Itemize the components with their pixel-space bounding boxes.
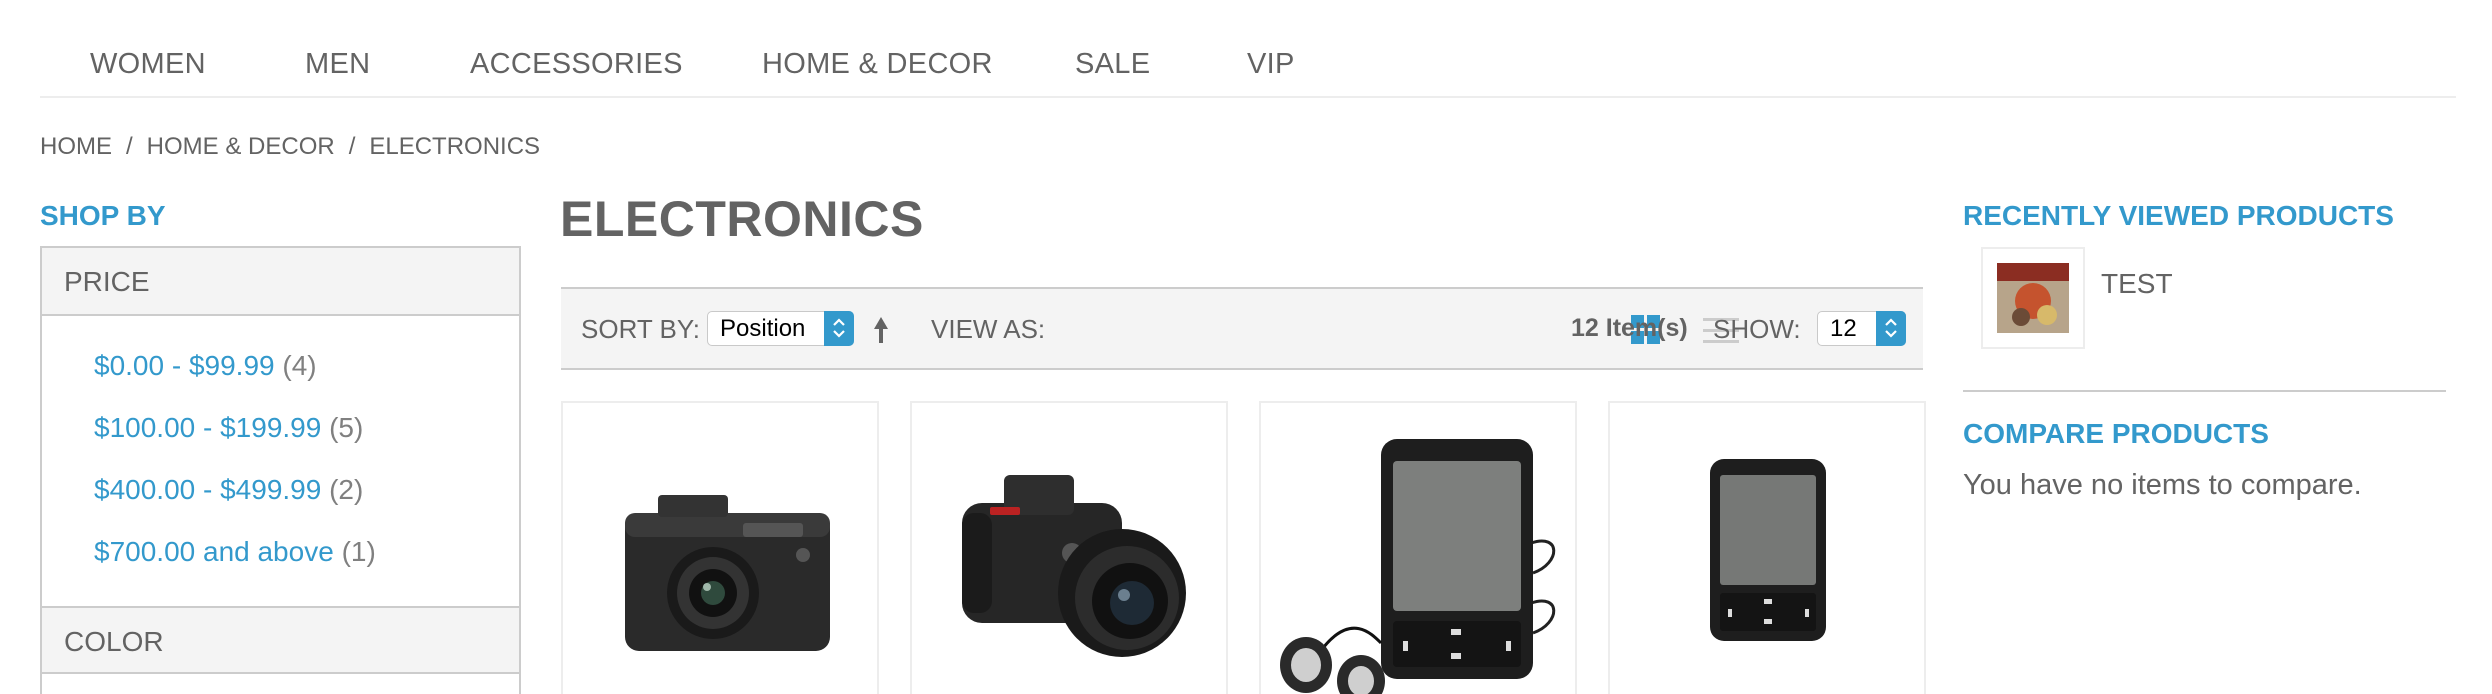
main-navigation: WOMEN MEN ACCESSORIES HOME & DECOR SALE … [40, 0, 2456, 98]
recently-viewed-thumbnail[interactable] [1981, 247, 2085, 349]
breadcrumb-current: ELECTRONICS [369, 133, 541, 160]
nav-item-sale[interactable]: SALE [1075, 48, 1150, 81]
list-item: $700.00 and above (1) [94, 536, 376, 598]
sort-by-value: Position [720, 315, 806, 342]
nav-item-women[interactable]: WOMEN [90, 48, 206, 81]
page-title: ELECTRONICS [560, 191, 924, 247]
product-card[interactable] [1259, 401, 1577, 694]
price-filter-link[interactable]: $100.00 - $199.99 [94, 412, 321, 443]
breadcrumb: HOME / HOME & DECOR / ELECTRONICS [40, 133, 540, 161]
view-as-label: VIEW AS: [931, 314, 1046, 344]
breadcrumb-separator: / [348, 133, 356, 160]
price-filter-count: (4) [282, 350, 317, 381]
dslr-camera-image [962, 475, 1186, 657]
sort-by-label: SORT BY: [581, 314, 700, 344]
recently-viewed-title: RECENTLY VIEWED PRODUCTS [1963, 200, 2394, 231]
price-filter-list: $0.00 - $99.99 (4) $100.00 - $199.99 (5)… [94, 350, 376, 598]
select-chevron-icon [824, 311, 854, 346]
nav-item-men[interactable]: MEN [305, 48, 370, 81]
recently-viewed-product-name[interactable]: TEST [2101, 268, 2173, 300]
list-item: $400.00 - $499.99 (2) [94, 474, 376, 536]
product-thumbnail-image [1997, 263, 2069, 333]
sort-by-select[interactable]: Position [707, 311, 854, 346]
show-label: SHOW: [1713, 314, 1801, 344]
breadcrumb-home-decor[interactable]: HOME & DECOR [147, 133, 335, 161]
nav-item-accessories[interactable]: ACCESSORIES [470, 48, 683, 81]
compact-camera-image [625, 495, 830, 651]
divider [1963, 390, 2446, 392]
sort-direction-arrow-icon[interactable] [870, 315, 892, 345]
media-player-image [1710, 459, 1826, 641]
filter-color-header[interactable]: COLOR [42, 606, 519, 674]
compare-empty-message: You have no items to compare. [1963, 469, 2362, 501]
filter-price-header[interactable]: PRICE [42, 248, 519, 316]
products-toolbar: SORT BY: Position VIEW AS: 12 Item(s) SH… [561, 287, 1923, 370]
media-player-with-earbuds-image [1280, 439, 1556, 694]
price-filter-link[interactable]: $400.00 - $499.99 [94, 474, 321, 505]
breadcrumb-home[interactable]: HOME [40, 133, 112, 161]
show-limit-select[interactable]: 12 [1817, 311, 1906, 346]
compare-products-title: COMPARE PRODUCTS [1963, 418, 2269, 449]
shop-by-title: SHOP BY [40, 200, 166, 231]
breadcrumb-separator: / [126, 133, 133, 160]
show-limit-value: 12 [1830, 315, 1857, 342]
price-filter-count: (1) [341, 536, 376, 567]
list-item: $100.00 - $199.99 (5) [94, 412, 376, 474]
layered-navigation: PRICE $0.00 - $99.99 (4) $100.00 - $199.… [40, 246, 521, 694]
product-card[interactable] [1608, 401, 1926, 694]
item-count: 12 Item(s) [1571, 314, 1688, 342]
product-card[interactable] [910, 401, 1228, 694]
price-filter-count: (2) [329, 474, 364, 505]
price-filter-link[interactable]: $700.00 and above [94, 536, 334, 567]
list-item: $0.00 - $99.99 (4) [94, 350, 376, 412]
price-filter-count: (5) [329, 412, 364, 443]
product-card[interactable] [561, 401, 879, 694]
select-chevron-icon [1876, 311, 1906, 346]
price-filter-link[interactable]: $0.00 - $99.99 [94, 350, 275, 381]
nav-item-home-decor[interactable]: HOME & DECOR [762, 48, 993, 81]
nav-item-vip[interactable]: VIP [1247, 48, 1295, 81]
